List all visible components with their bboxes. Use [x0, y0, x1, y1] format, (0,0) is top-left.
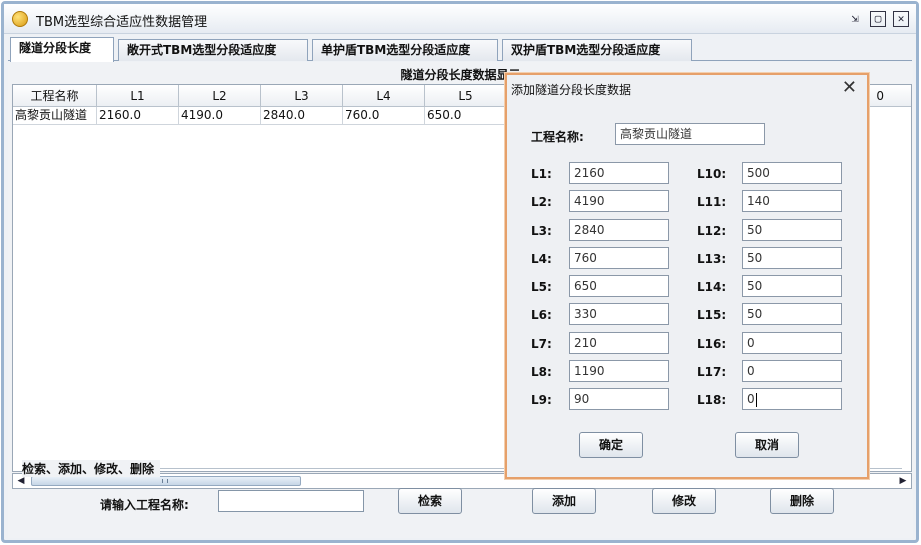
field-label-l18: L18: — [697, 393, 727, 407]
column-header[interactable]: L1 — [97, 85, 179, 107]
column-header[interactable]: 工程名称 — [13, 85, 97, 107]
tab-tunnel-segment-length[interactable]: 隧道分段长度 — [10, 37, 114, 62]
field-label-l5: L5: — [531, 280, 552, 294]
table-cell[interactable]: 760.0 — [343, 107, 425, 125]
field-label-l15: L15: — [697, 308, 727, 322]
title-bar: TBM选型综合适应性数据管理 ⇲ ▢ ✕ — [4, 4, 916, 34]
field-label-l1: L1: — [531, 167, 552, 181]
input-l4[interactable]: 760 — [569, 247, 669, 269]
tab-bar: 隧道分段长度 敞开式TBM选型分段适应度 单护盾TBM选型分段适应度 双护盾TB… — [8, 37, 912, 62]
dialog-title: 添加隧道分段长度数据 — [511, 83, 632, 97]
field-label-l7: L7: — [531, 337, 552, 351]
delete-button[interactable]: 删除 — [770, 488, 834, 514]
window-title: TBM选型综合适应性数据管理 — [36, 15, 208, 30]
input-l10[interactable]: 500 — [742, 162, 842, 184]
ok-button[interactable]: 确定 — [579, 432, 643, 458]
field-label-l9: L9: — [531, 393, 552, 407]
table-cell[interactable]: 2160.0 — [97, 107, 179, 125]
column-header[interactable]: L3 — [261, 85, 343, 107]
input-l13[interactable]: 50 — [742, 247, 842, 269]
input-l12[interactable]: 50 — [742, 219, 842, 241]
field-label-l8: L8: — [531, 365, 552, 379]
field-label-l16: L16: — [697, 337, 727, 351]
group-legend: 检索、添加、修改、删除 — [22, 460, 161, 477]
field-label-l4: L4: — [531, 252, 552, 266]
dialog-project-input[interactable]: 高黎贡山隧道 — [615, 123, 765, 145]
input-l14[interactable]: 50 — [742, 275, 842, 297]
input-l18-value: 0 — [747, 392, 755, 406]
field-label-l11: L11: — [697, 195, 727, 209]
project-name-label: 请输入工程名称: — [100, 498, 189, 512]
input-l5[interactable]: 650 — [569, 275, 669, 297]
project-name-input[interactable] — [218, 490, 364, 512]
input-l6[interactable]: 330 — [569, 303, 669, 325]
column-header[interactable]: L2 — [179, 85, 261, 107]
table-cell[interactable]: 4190.0 — [179, 107, 261, 125]
cancel-button[interactable]: 取消 — [735, 432, 799, 458]
close-icon[interactable]: ✕ — [842, 77, 857, 98]
tab-single-shield-tbm-adaptability[interactable]: 单护盾TBM选型分段适应度 — [312, 39, 498, 61]
table-cell[interactable]: 650.0 — [425, 107, 507, 125]
field-label-l3: L3: — [531, 224, 552, 238]
column-header[interactable]: L5 — [425, 85, 507, 107]
table-cell[interactable]: 高黎贡山隧道 — [13, 107, 97, 125]
search-button[interactable]: 检索 — [398, 488, 462, 514]
input-l1[interactable]: 2160 — [569, 162, 669, 184]
add-button[interactable]: 添加 — [532, 488, 596, 514]
column-header[interactable]: L4 — [343, 85, 425, 107]
input-l16[interactable]: 0 — [742, 332, 842, 354]
field-label-l17: L17: — [697, 365, 727, 379]
input-l17[interactable]: 0 — [742, 360, 842, 382]
field-label-l6: L6: — [531, 308, 552, 322]
input-l8[interactable]: 1190 — [569, 360, 669, 382]
restore-down-icon[interactable]: ⇲ — [847, 11, 863, 27]
scroll-thumb[interactable] — [31, 476, 301, 486]
field-label-l14: L14: — [697, 280, 727, 294]
input-l9[interactable]: 90 — [569, 388, 669, 410]
field-label-l13: L13: — [697, 252, 727, 266]
tab-open-tbm-adaptability[interactable]: 敞开式TBM选型分段适应度 — [118, 39, 308, 61]
tab-double-shield-tbm-adaptability[interactable]: 双护盾TBM选型分段适应度 — [502, 39, 692, 61]
add-segment-dialog: 添加隧道分段长度数据 ✕ 工程名称: 高黎贡山隧道 L1: 2160 L2: 4… — [505, 73, 869, 479]
dialog-project-label: 工程名称: — [531, 130, 584, 144]
input-l2[interactable]: 4190 — [569, 190, 669, 212]
field-label-l2: L2: — [531, 195, 552, 209]
input-l3[interactable]: 2840 — [569, 219, 669, 241]
maximize-icon[interactable]: ▢ — [870, 11, 886, 27]
text-caret — [755, 392, 757, 407]
input-l18[interactable]: 0 — [742, 388, 842, 410]
field-label-l12: L12: — [697, 224, 727, 238]
input-l15[interactable]: 50 — [742, 303, 842, 325]
edit-button[interactable]: 修改 — [652, 488, 716, 514]
table-cell[interactable]: 2840.0 — [261, 107, 343, 125]
close-icon[interactable]: ✕ — [893, 11, 909, 27]
input-l7[interactable]: 210 — [569, 332, 669, 354]
app-icon — [12, 11, 28, 27]
field-label-l10: L10: — [697, 167, 727, 181]
scroll-right-icon[interactable]: ▶ — [896, 475, 910, 487]
input-l11[interactable]: 140 — [742, 190, 842, 212]
